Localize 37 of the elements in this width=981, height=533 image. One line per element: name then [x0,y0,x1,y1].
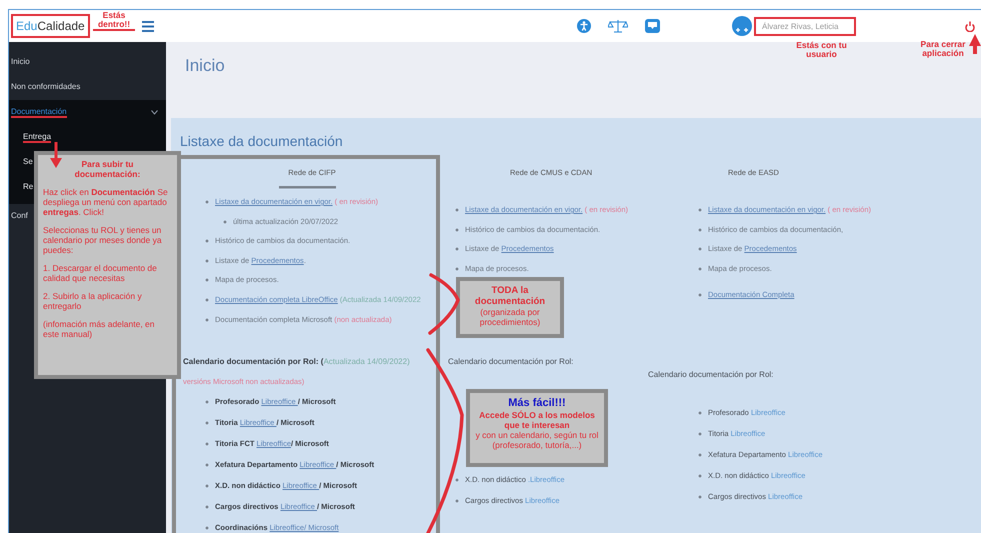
calendar-heading: Calendario documentación por Rol: (Actualizada 14/09/2022) [183,356,410,367]
page-title: Inicio [185,56,225,77]
callout-text: TODA la documentación [474,285,546,307]
app-logo[interactable]: EduCalidade [11,14,90,38]
section-title: Listaxe da documentación [180,133,344,150]
sidebar-subitem[interactable]: Se [23,150,33,175]
callout-text: 1. Descargar el documento de calidad que necesitas [43,263,158,283]
callout-text: Para subir tu documentación: [74,159,142,179]
accessibility-icon[interactable] [577,19,591,33]
callout-text: Seleccionas tu ROL y tienes un calendario por meses donde ya puedes: [43,225,163,255]
callout-text: Más fácil!!! [507,397,567,410]
menu-icon[interactable] [142,20,154,32]
avatar-icon [732,16,752,36]
power-icon[interactable] [965,20,975,32]
callout-text: 2. Subirlo a la aplicación y entregarlo [43,291,143,311]
callout-text: Haz click en Documentación Se despliega un menú con apartado entregas. Click! [43,187,169,217]
annotation-text: Para cerrar aplicación [920,40,966,58]
sidebar-subitem[interactable]: Re [23,175,34,200]
user-name-field[interactable]: Álvarez Rivas, Leticia [754,16,856,36]
annotation-text: Estás dentro!! [93,11,135,31]
calendar-heading: Calendario documentación por Rol: [448,356,574,367]
callout-text: y con un calendario, según tu rol (profesorado, tutoría,...) [474,430,600,450]
callout-text: (organizada por procedimientos) [478,307,542,327]
arrow-icon [969,34,981,54]
sidebar-item[interactable]: Non conformidades [9,75,88,100]
underline-mark [279,186,336,188]
sidebar-subitem[interactable]: Entrega [23,125,52,150]
calendar-heading: Calendario documentación por Rol: [648,370,774,380]
sidebar-item[interactable]: Inicio [9,50,38,75]
sidebar-item[interactable]: Documentación [9,100,166,125]
arrow-icon [50,142,62,168]
scales-icon[interactable] [608,19,628,33]
callout-text: (infomación más adelante, en este manual) [43,319,156,339]
annotation-text: Estás con tu usuario [795,41,848,59]
bracket-drawing [428,273,460,335]
inbox-icon[interactable] [645,19,660,33]
sidebar-item[interactable]: Conf [9,204,36,229]
